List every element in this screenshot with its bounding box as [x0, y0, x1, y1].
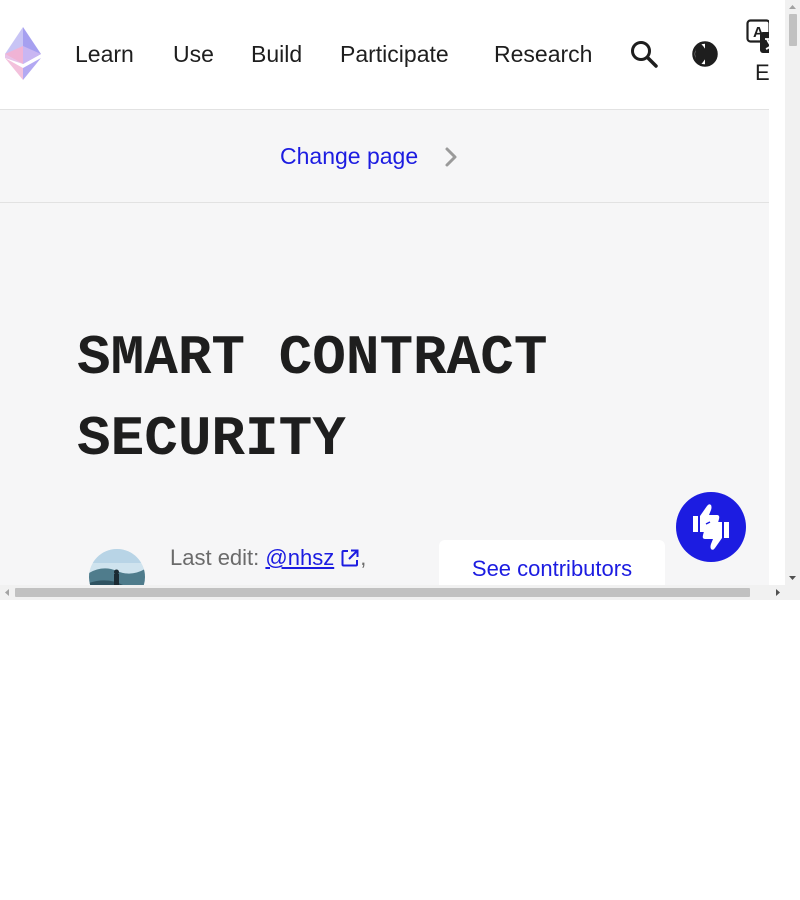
- last-edit-info: Last edit: @nhsz ,: [170, 545, 366, 571]
- page-right-gutter: [769, 0, 785, 585]
- scroll-up-arrow-icon[interactable]: [785, 0, 800, 15]
- page-title: SMART CONTRACT SECURITY: [77, 326, 548, 471]
- nav-item-learn[interactable]: Learn: [75, 40, 134, 68]
- language-label[interactable]: EN: [755, 61, 769, 85]
- scroll-left-arrow-icon[interactable]: [0, 585, 15, 600]
- external-link-icon[interactable]: [340, 548, 360, 568]
- nav-item-use[interactable]: Use: [173, 40, 214, 68]
- nav-item-participate[interactable]: Participate: [340, 40, 449, 68]
- page-content: Learn Use Build Participate Research A E…: [0, 0, 769, 585]
- editor-link[interactable]: @nhsz: [265, 545, 334, 570]
- ethereum-logo[interactable]: [5, 27, 41, 80]
- search-icon[interactable]: [629, 39, 659, 69]
- scroll-right-arrow-icon[interactable]: [770, 585, 785, 600]
- vertical-scroll-thumb[interactable]: [789, 14, 797, 46]
- browser-viewport: Learn Use Build Participate Research A E…: [0, 0, 800, 600]
- translate-icon[interactable]: A: [746, 19, 769, 55]
- nav-item-research[interactable]: Research: [494, 40, 592, 68]
- horizontal-scrollbar[interactable]: [0, 585, 800, 600]
- vertical-scrollbar[interactable]: [785, 0, 800, 585]
- last-edit-prefix: Last edit:: [170, 545, 260, 570]
- theme-toggle-icon[interactable]: [691, 39, 719, 69]
- nav-item-build[interactable]: Build: [251, 40, 302, 68]
- feedback-button[interactable]: [676, 492, 746, 562]
- site-header: Learn Use Build Participate Research A E…: [0, 0, 769, 110]
- change-page-link[interactable]: Change page: [280, 142, 418, 170]
- avatar: [89, 549, 145, 585]
- avatar-image: [89, 549, 145, 585]
- thumbs-up-down-icon: [693, 504, 729, 550]
- change-page-bar: Change page: [0, 110, 769, 203]
- editor-separator: ,: [360, 545, 367, 570]
- chevron-right-icon[interactable]: [443, 146, 459, 168]
- scroll-down-arrow-icon[interactable]: [785, 570, 800, 585]
- horizontal-scroll-thumb[interactable]: [15, 588, 750, 597]
- see-contributors-button[interactable]: See contributors: [439, 540, 665, 585]
